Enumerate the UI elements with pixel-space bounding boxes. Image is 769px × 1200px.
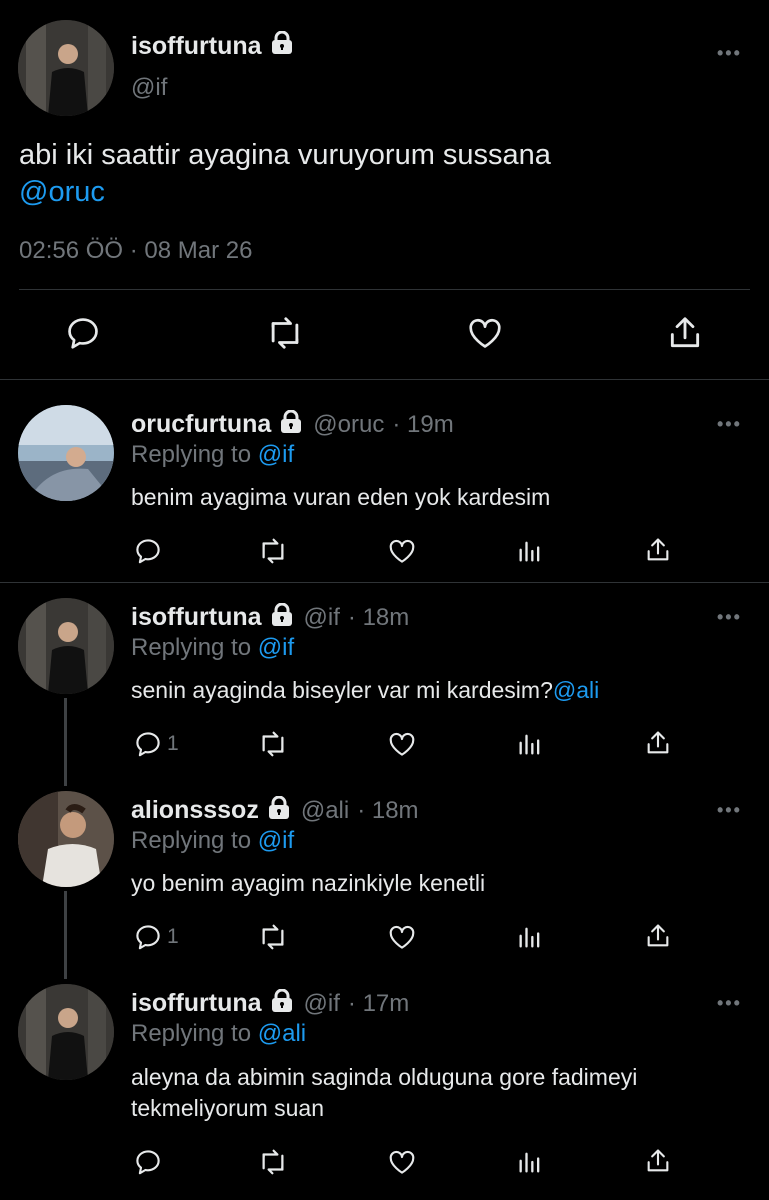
lock-icon (270, 602, 294, 632)
avatar[interactable] (18, 791, 114, 887)
analytics-icon[interactable] (516, 730, 544, 758)
avatar[interactable] (18, 598, 114, 694)
reply-icon[interactable] (133, 536, 167, 566)
reply-text: aleyna da abimin saginda olduguna gore f… (131, 1062, 637, 1124)
reply-header: orucfurtuna @oruc · 19m (131, 409, 454, 439)
mention-link[interactable]: @ali (553, 677, 599, 703)
more-options-icon[interactable]: ••• (717, 607, 742, 628)
like-icon[interactable] (386, 729, 418, 759)
author-handle[interactable]: @if (304, 604, 340, 632)
divider (0, 582, 769, 583)
more-options-icon[interactable]: ••• (717, 993, 742, 1014)
author-name[interactable]: alionsssoz (131, 796, 259, 825)
reply-time[interactable]: · 18m (348, 604, 409, 632)
retweet-icon[interactable] (257, 729, 289, 759)
divider (19, 289, 750, 290)
share-icon[interactable] (666, 313, 704, 353)
author-handle[interactable]: @if (304, 990, 340, 1018)
more-options-icon[interactable]: ••• (717, 800, 742, 821)
reply-header: isoffurtuna @if · 18m (131, 602, 409, 632)
reply-text: yo benim ayagim nazinkiyle kenetli (131, 870, 486, 896)
replying-to-label: Replying to (131, 827, 258, 854)
reply-count: 1 (167, 732, 179, 755)
reply-text-body: senin ayaginda biseyler var mi kardesim? (131, 677, 553, 703)
tweet-text: abi iki saattir ayagina vuruyorum sussan… (19, 137, 739, 211)
reply-header: isoffurtuna @if · 17m (131, 988, 409, 1018)
like-icon[interactable] (386, 922, 418, 952)
author-handle[interactable]: @oruc (313, 411, 384, 439)
reply-text: senin ayaginda biseyler var mi kardesim?… (131, 675, 599, 706)
reply-icon[interactable] (133, 1147, 167, 1177)
thread-line (64, 891, 67, 979)
replying-to-handle[interactable]: @ali (258, 1020, 306, 1047)
replying-to-label: Replying to (131, 634, 258, 661)
reply-count: 1 (167, 925, 179, 948)
lock-icon (270, 30, 294, 62)
reply-icon[interactable] (64, 314, 102, 352)
thread-line (64, 698, 67, 786)
lock-icon (270, 988, 294, 1018)
author-handle[interactable]: @ali (301, 797, 349, 825)
share-icon[interactable] (644, 921, 672, 951)
avatar[interactable] (18, 405, 114, 501)
tweet-text-body: abi iki saattir ayagina vuruyorum sussan… (19, 139, 551, 171)
mention-link[interactable]: @oruc (19, 176, 105, 208)
avatar[interactable] (18, 984, 114, 1080)
reply-text: benim ayagima vuran eden yok kardesim (131, 484, 551, 510)
lock-icon (267, 795, 291, 825)
replying-to-handle[interactable]: @if (258, 441, 294, 468)
replying-to: Replying to @if (131, 634, 294, 662)
analytics-icon[interactable] (516, 1148, 544, 1176)
reply-text-line: aleyna da abimin saginda olduguna gore f… (131, 1064, 638, 1090)
replying-to: Replying to @if (131, 827, 294, 855)
replying-to-handle[interactable]: @if (258, 634, 294, 661)
author-name[interactable]: orucfurtuna (131, 410, 271, 439)
like-icon[interactable] (465, 314, 505, 352)
replying-to: Replying to @ali (131, 1020, 306, 1048)
divider (0, 379, 769, 380)
replying-to-label: Replying to (131, 441, 258, 468)
retweet-icon[interactable] (265, 314, 305, 352)
reply-text-line: tekmeliyorum suan (131, 1095, 325, 1121)
more-options-icon[interactable]: ••• (717, 43, 742, 64)
reply-time[interactable]: · 17m (348, 990, 409, 1018)
avatar[interactable] (18, 20, 114, 116)
more-options-icon[interactable]: ••• (717, 414, 742, 435)
analytics-icon[interactable] (516, 537, 544, 565)
author-name[interactable]: isoffurtuna (131, 603, 262, 632)
replying-to: Replying to @if (131, 441, 294, 469)
author-name[interactable]: isoffurtuna (131, 989, 262, 1018)
replying-to-label: Replying to (131, 1020, 258, 1047)
retweet-icon[interactable] (257, 1147, 289, 1177)
retweet-icon[interactable] (257, 922, 289, 952)
retweet-icon[interactable] (257, 536, 289, 566)
lock-icon (279, 409, 303, 439)
reply-header: alionsssoz @ali · 18m (131, 795, 419, 825)
author-handle[interactable]: @if (131, 74, 167, 102)
like-icon[interactable] (386, 536, 418, 566)
reply-time[interactable]: · 18m (357, 797, 418, 825)
analytics-icon[interactable] (516, 923, 544, 951)
author-name[interactable]: isoffurtuna (131, 30, 294, 62)
reply-icon[interactable]: 1 (133, 922, 179, 952)
like-icon[interactable] (386, 1147, 418, 1177)
replying-to-handle[interactable]: @if (258, 827, 294, 854)
author-name-text[interactable]: isoffurtuna (131, 32, 262, 61)
share-icon[interactable] (644, 1146, 672, 1176)
share-icon[interactable] (644, 535, 672, 565)
reply-icon[interactable]: 1 (133, 729, 179, 759)
reply-time[interactable]: · 19m (392, 411, 453, 439)
tweet-timestamp[interactable]: 02:56 ÖÖ · 08 Mar 26 (19, 237, 252, 265)
share-icon[interactable] (644, 728, 672, 758)
